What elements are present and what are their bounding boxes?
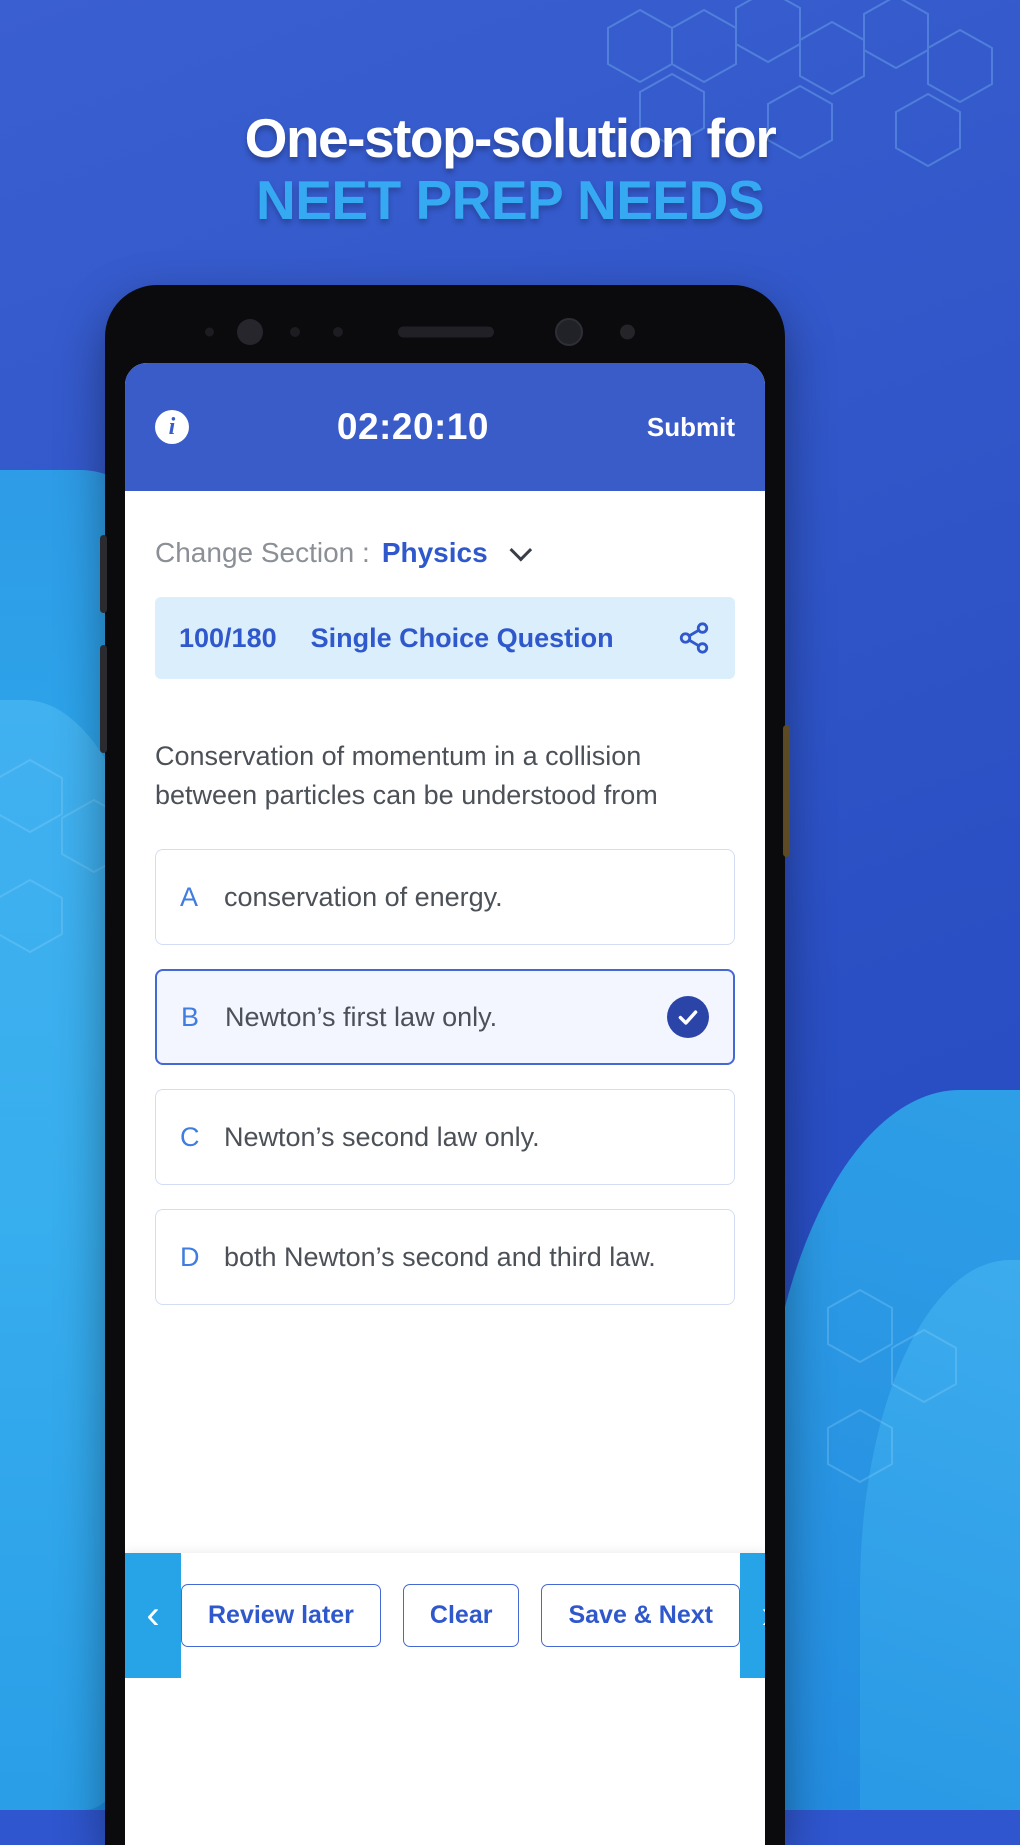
bottom-action-bar: ‹ Review later Clear Save & Next › — [125, 1553, 765, 1678]
option-c-text: Newton’s second law only. — [224, 1121, 540, 1152]
phone-volume-button — [100, 535, 107, 613]
previous-question-button[interactable]: ‹ — [125, 1553, 181, 1678]
submit-button[interactable]: Submit — [647, 412, 735, 443]
change-section-selector[interactable]: Change Section : Physics — [155, 491, 735, 597]
question-text: Conservation of momentum in a collision … — [155, 741, 658, 811]
question-type-label: Single Choice Question — [310, 622, 614, 653]
option-b-key: B — [181, 1001, 200, 1032]
phone-screen: i 02:20:10 Submit Change Section : Physi… — [125, 363, 765, 1845]
current-section-value: Physics — [381, 537, 488, 568]
option-c[interactable]: C Newton’s second law only. — [155, 1089, 735, 1186]
chevron-right-icon: › — [761, 1593, 765, 1638]
front-camera-icon — [237, 319, 263, 345]
chevron-left-icon: ‹ — [146, 1593, 160, 1637]
review-later-button[interactable]: Review later — [181, 1584, 381, 1647]
option-d[interactable]: D both Newton’s second and third law. — [155, 1209, 735, 1306]
headline-line-1: One-stop-solution for — [244, 107, 777, 169]
exam-timer: 02:20:10 — [336, 406, 489, 447]
option-b[interactable]: B Newton’s first law only. — [155, 969, 735, 1066]
screen-bottom-padding — [125, 1678, 765, 1845]
option-d-text: both Newton’s second and third law. — [224, 1241, 656, 1272]
change-section-label: Change Section : — [155, 537, 370, 568]
sensor-dot-icon-2 — [290, 327, 300, 337]
save-and-next-button[interactable]: Save & Next — [541, 1584, 740, 1647]
question-banner: 100/180 Single Choice Question — [155, 597, 735, 679]
option-d-key: D — [180, 1241, 200, 1272]
front-camera-icon-2 — [555, 318, 583, 346]
phone-sensor-bar — [105, 315, 785, 349]
option-a-text: conservation of energy. — [224, 881, 503, 912]
question-counter: 100/180 — [179, 622, 277, 653]
sensor-dot-icon — [205, 327, 214, 337]
promo-headline: One-stop-solution for NEET PREP NEEDS — [0, 107, 1020, 231]
earpiece-speaker — [398, 326, 494, 338]
option-a[interactable]: A conservation of energy. — [155, 849, 735, 946]
chevron-down-icon[interactable] — [509, 538, 532, 562]
exam-content: Change Section : Physics 100/180 Single … — [125, 491, 765, 1306]
bottom-buttons-group: Review later Clear Save & Next — [181, 1553, 740, 1678]
option-a-key: A — [180, 881, 199, 912]
next-question-button[interactable]: › — [740, 1553, 765, 1678]
sensor-dot-icon-3 — [333, 327, 343, 337]
share-icon[interactable] — [677, 621, 711, 655]
phone-power-button — [783, 725, 790, 857]
app-bar: i 02:20:10 Submit — [125, 363, 765, 491]
check-circle-icon — [667, 996, 709, 1039]
clear-button[interactable]: Clear — [402, 1584, 520, 1647]
sensor-dot-icon-4 — [620, 324, 635, 340]
phone-volume-button-2 — [100, 645, 107, 753]
option-c-key: C — [180, 1121, 200, 1152]
phone-mockup: i 02:20:10 Submit Change Section : Physi… — [100, 285, 790, 1845]
option-b-text: Newton’s first law only. — [225, 1001, 498, 1032]
headline-line-2: NEET PREP NEEDS — [255, 168, 765, 231]
